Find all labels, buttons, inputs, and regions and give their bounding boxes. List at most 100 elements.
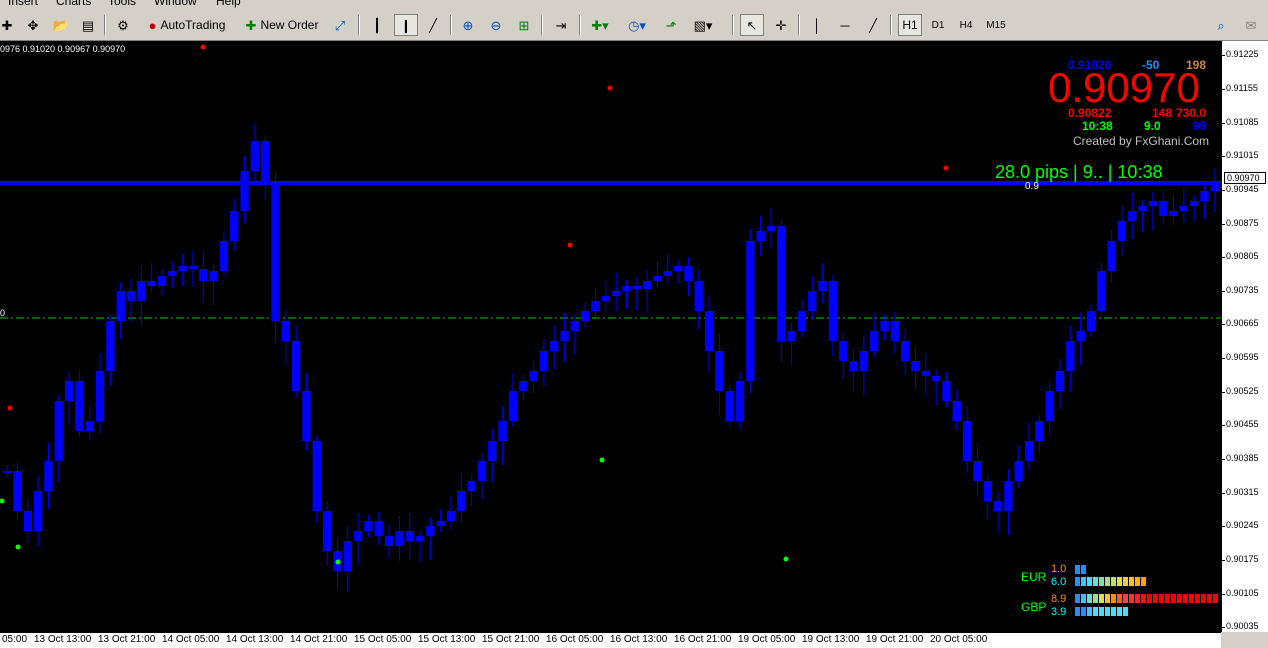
- candle-body: [353, 531, 363, 541]
- line-chart-button[interactable]: ╱: [422, 14, 444, 36]
- candle-body: [302, 391, 311, 441]
- horizontal-line-button[interactable]: ─: [834, 14, 856, 36]
- trendline-button[interactable]: ╱: [862, 14, 884, 36]
- candle-body: [1117, 221, 1127, 241]
- candle-body: [64, 381, 74, 401]
- candle-body: [1066, 341, 1075, 371]
- strength-segment: [1111, 594, 1116, 603]
- candle-body: [209, 271, 218, 281]
- candle-body: [746, 241, 755, 381]
- chat-icon: ✉: [1245, 17, 1257, 33]
- time-label: 19 Oct 21:00: [866, 634, 924, 645]
- pips-readout: 28.0 pips | 9.. | 10:38: [995, 162, 1163, 182]
- indicators-button[interactable]: ✚▾: [586, 14, 614, 36]
- price-tick-mark: [1222, 593, 1225, 595]
- eur-strength-bar-1: [1075, 565, 1086, 574]
- terminal-button[interactable]: ▤: [77, 14, 99, 36]
- navigator-button[interactable]: ✥: [22, 14, 44, 36]
- candle-body: [560, 331, 569, 341]
- candle-body: [715, 351, 724, 391]
- open-folder-button[interactable]: 📂: [50, 14, 72, 36]
- fractal-marker: [783, 556, 789, 562]
- price-tick-label: 0.90595: [1226, 352, 1259, 363]
- menu-help[interactable]: Help: [216, 0, 241, 8]
- candlestick-chart-button[interactable]: ❙: [394, 14, 418, 36]
- price-chart[interactable]: 0976 0.91020 0.90967 0.90970 0 28.0 pips…: [0, 41, 1221, 632]
- timeframe-d1-button[interactable]: D1: [926, 14, 950, 36]
- candle-body: [818, 281, 827, 291]
- candle-body: [880, 321, 889, 331]
- price-tick-label: 0.90875: [1226, 217, 1259, 228]
- price-tick-mark: [1222, 459, 1225, 461]
- candle-body: [612, 291, 621, 296]
- zoom-out-button[interactable]: ⊖: [485, 14, 507, 36]
- new-order-button[interactable]: ✚ New Order: [240, 14, 324, 36]
- menu-window[interactable]: Window: [154, 0, 197, 8]
- search-button[interactable]: ⌕: [1210, 14, 1232, 36]
- candle-body: [735, 381, 745, 421]
- candle-body: [137, 281, 146, 301]
- candle-body: [312, 441, 321, 511]
- menu-charts[interactable]: Charts: [56, 0, 91, 8]
- timeframe-h1-button[interactable]: H1: [898, 14, 922, 36]
- vertical-line-button[interactable]: │: [806, 14, 828, 36]
- templates-button[interactable]: ⬏: [660, 14, 682, 36]
- strength-segment: [1075, 577, 1080, 586]
- strength-segment: [1189, 594, 1194, 603]
- time-label: 14 Oct 05:00: [162, 634, 220, 645]
- chart-properties-button[interactable]: ▧▾: [688, 14, 718, 36]
- indicator-zero-label: 0: [0, 308, 6, 318]
- strength-segment: [1123, 594, 1128, 603]
- candle-body: [973, 461, 982, 481]
- new-chart-button[interactable]: ✚: [0, 14, 14, 36]
- periods-button[interactable]: ◷▾: [622, 14, 652, 36]
- strategy-tester-button[interactable]: ⚙: [112, 14, 134, 36]
- candle-body: [570, 321, 580, 331]
- cursor-button[interactable]: ↖: [740, 14, 764, 36]
- candle-body: [1138, 206, 1147, 211]
- bar-chart-button[interactable]: ┃: [366, 14, 388, 36]
- strength-segment: [1165, 594, 1170, 603]
- strength-segment: [1129, 577, 1134, 586]
- chat-button[interactable]: ✉: [1238, 14, 1264, 36]
- timeframe-m15-button[interactable]: M15: [982, 14, 1010, 36]
- candle-body: [436, 521, 445, 526]
- candle-body: [952, 401, 961, 421]
- time-label: 20 Oct 05:00: [930, 634, 988, 645]
- strength-segment: [1093, 607, 1098, 616]
- time-axis[interactable]: 05:00 13 Oct 13:00 13 Oct 21:00 14 Oct 05:0…: [0, 632, 1221, 648]
- expand-button[interactable]: ⤢: [329, 14, 351, 36]
- menu-tools[interactable]: Tools: [108, 0, 136, 8]
- menu-insert[interactable]: Insert: [8, 0, 38, 8]
- time-label: 15 Oct 21:00: [482, 634, 540, 645]
- candle-body: [322, 511, 332, 551]
- indicators-icon: ✚▾: [591, 17, 609, 33]
- clock-icon: ◷▾: [628, 17, 646, 33]
- candle-body: [106, 321, 115, 371]
- strength-segment: [1201, 594, 1206, 603]
- candle-body: [787, 331, 796, 341]
- strength-segment: [1153, 594, 1158, 603]
- navigator-icon: ✥: [27, 17, 39, 33]
- price-tick-label: 0.90105: [1226, 587, 1259, 598]
- crosshair-button[interactable]: ✛: [770, 14, 792, 36]
- line-chart-icon: ╱: [429, 17, 437, 33]
- gbp-strength-bar-1: [1075, 594, 1218, 603]
- tile-windows-button[interactable]: ⊞: [513, 14, 535, 36]
- price-tick-mark: [1222, 223, 1225, 225]
- autoscroll-button[interactable]: ⇥: [549, 14, 573, 36]
- zoom-in-button[interactable]: ⊕: [457, 14, 479, 36]
- strength-segment: [1117, 577, 1122, 586]
- price-axis[interactable]: 0.91225 0.91155 0.91085 0.91015 0.90945 0.908…: [1221, 41, 1268, 632]
- new-order-label: New Order: [260, 18, 319, 32]
- strength-segment: [1105, 594, 1110, 603]
- candle-body: [777, 226, 786, 341]
- price-tick-label: 0.90805: [1226, 251, 1259, 262]
- autotrading-button[interactable]: ● AutoTrading: [140, 14, 234, 36]
- candle-body: [539, 351, 549, 371]
- candle-body: [684, 266, 693, 281]
- candle-body: [116, 291, 125, 321]
- strength-segment: [1141, 594, 1146, 603]
- candle-body: [1159, 201, 1168, 216]
- timeframe-h4-button[interactable]: H4: [954, 14, 978, 36]
